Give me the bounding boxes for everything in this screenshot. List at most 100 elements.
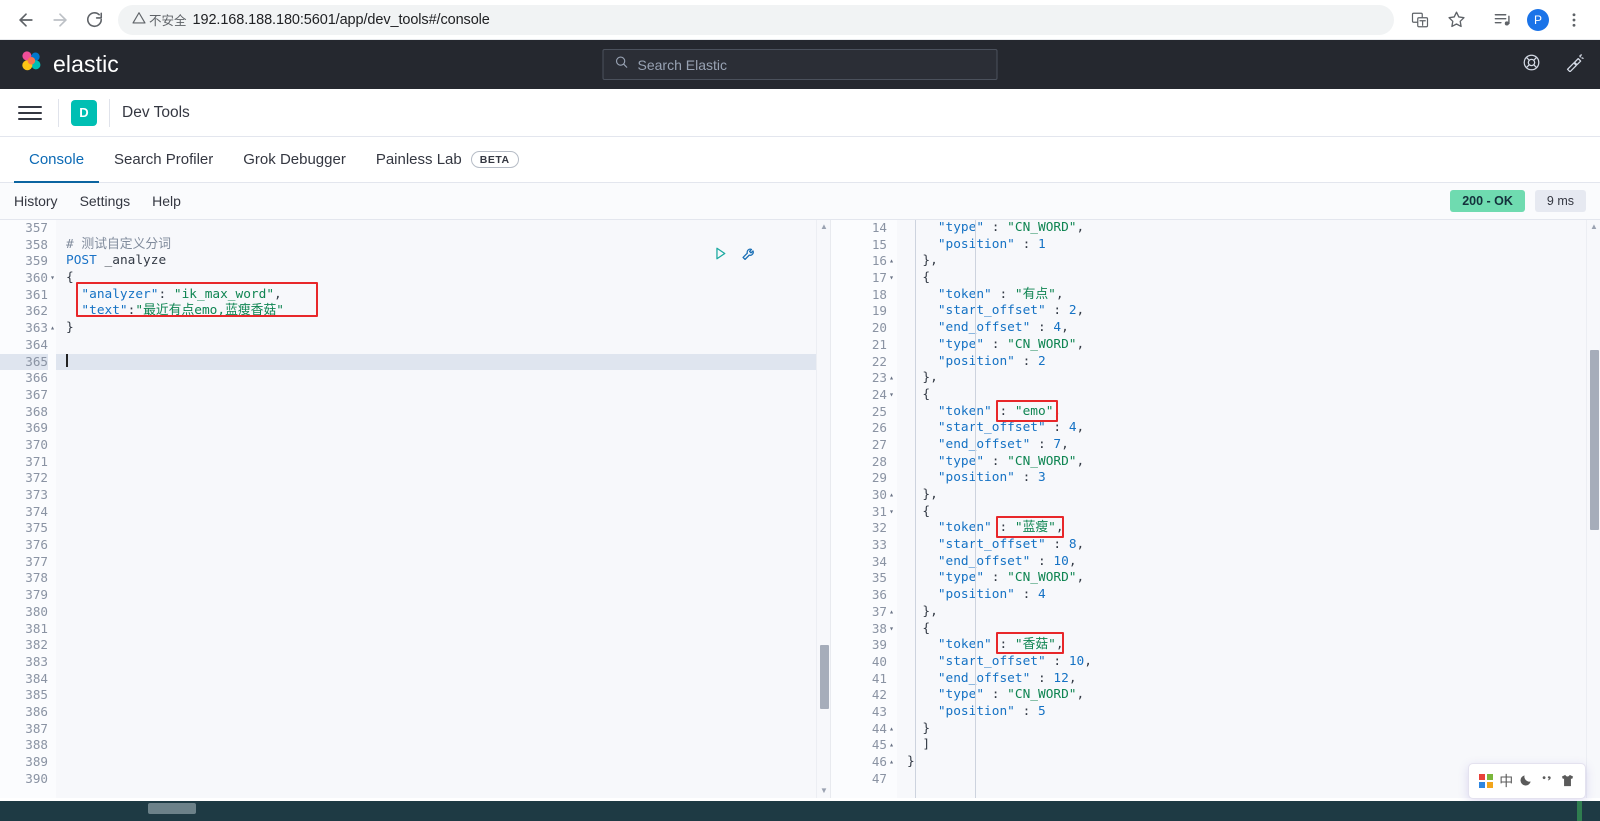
code-line[interactable]: "type" : "CN_WORD",	[907, 687, 1600, 704]
code-line[interactable]: {	[907, 270, 1600, 287]
code-line[interactable]: {	[907, 504, 1600, 521]
code-line[interactable]	[66, 554, 830, 571]
code-line[interactable]	[66, 671, 830, 688]
tab-grok-debugger[interactable]: Grok Debugger	[228, 137, 361, 183]
code-line[interactable]	[66, 337, 830, 354]
history-button[interactable]: History	[14, 193, 58, 209]
code-line[interactable]: "token" : "香菇",	[907, 637, 1600, 654]
code-line[interactable]: "end_offset" : 7,	[907, 437, 1600, 454]
code-line[interactable]: },	[907, 487, 1600, 504]
lifering-help-icon[interactable]	[1522, 53, 1541, 77]
translate-button[interactable]	[1404, 4, 1436, 36]
code-line[interactable]: "position" : 5	[907, 704, 1600, 721]
request-scrollbar[interactable]: ▲ ▼	[816, 220, 830, 798]
code-line[interactable]	[66, 570, 830, 587]
code-line[interactable]	[66, 704, 830, 721]
fold-close-icon[interactable]: ▴	[46, 320, 55, 337]
code-line[interactable]	[66, 454, 830, 471]
code-line[interactable]	[56, 353, 830, 371]
back-button[interactable]	[10, 4, 42, 36]
code-line[interactable]	[66, 520, 830, 537]
code-line[interactable]: "end_offset" : 10,	[907, 554, 1600, 571]
skin-shirt-icon[interactable]	[1560, 773, 1575, 790]
ime-mode-toggle[interactable]: 中	[1499, 774, 1513, 788]
code-line[interactable]: "token" : "有点",	[907, 287, 1600, 304]
code-line[interactable]: "end_offset" : 4,	[907, 320, 1600, 337]
punctuation-icon[interactable]	[1540, 773, 1554, 789]
code-line[interactable]: },	[907, 604, 1600, 621]
security-status[interactable]: 不安全	[132, 10, 187, 29]
code-line[interactable]: {	[66, 270, 830, 287]
code-line[interactable]	[66, 437, 830, 454]
response-editor[interactable]: 14 15 16 ▴ 17 ▾ 18 19 20 21 22 23 ▴ 24 ▾ 25 26 27 28 29 30 ▴ 3…	[831, 220, 1600, 798]
help-button[interactable]: Help	[152, 193, 181, 209]
code-line[interactable]: "type" : "CN_WORD",	[907, 454, 1600, 471]
media-control-button[interactable]	[1486, 4, 1518, 36]
elastic-logo-link[interactable]: elastic	[0, 49, 119, 80]
code-line[interactable]	[66, 504, 830, 521]
fold-close-icon[interactable]: ▴	[885, 253, 894, 270]
code-line[interactable]: }	[66, 320, 830, 337]
fold-close-icon[interactable]: ▴	[885, 754, 894, 771]
code-line[interactable]: "position" : 1	[907, 237, 1600, 254]
code-line[interactable]: "start_offset" : 10,	[907, 654, 1600, 671]
scroll-up-arrow[interactable]: ▲	[1590, 223, 1598, 231]
code-line[interactable]	[66, 587, 830, 604]
code-line[interactable]: "type" : "CN_WORD",	[907, 220, 1600, 237]
code-line[interactable]: "token" : "蓝瘦",	[907, 520, 1600, 537]
code-line[interactable]	[66, 387, 830, 404]
play-request-icon[interactable]	[712, 245, 729, 267]
code-line[interactable]: "text":"最近有点emo,蓝瘦香菇"	[66, 303, 830, 320]
ime-toolbar[interactable]: 中	[1468, 763, 1586, 799]
code-line[interactable]	[66, 420, 830, 437]
megaphone-news-icon[interactable]	[1565, 53, 1584, 77]
wrench-docs-icon[interactable]	[741, 245, 758, 267]
fold-open-icon[interactable]: ▾	[885, 621, 894, 638]
code-line[interactable]: {	[907, 387, 1600, 404]
fold-close-icon[interactable]: ▴	[885, 604, 894, 621]
response-scrollbar[interactable]: ▲	[1586, 220, 1600, 798]
code-line[interactable]	[66, 771, 830, 788]
code-line[interactable]	[66, 470, 830, 487]
code-line[interactable]: "position" : 2	[907, 354, 1600, 371]
fold-open-icon[interactable]: ▾	[46, 270, 55, 287]
settings-button[interactable]: Settings	[80, 193, 131, 209]
code-line[interactable]	[66, 220, 830, 237]
scroll-thumb[interactable]	[1590, 350, 1599, 530]
profile-button[interactable]: P	[1522, 4, 1554, 36]
code-line[interactable]	[66, 404, 830, 421]
hamburger-menu-icon[interactable]	[14, 99, 46, 127]
code-line[interactable]	[66, 487, 830, 504]
code-line[interactable]: "start_offset" : 8,	[907, 537, 1600, 554]
bookmark-button[interactable]	[1440, 4, 1472, 36]
fold-close-icon[interactable]: ▴	[885, 370, 894, 387]
browser-menu-button[interactable]	[1558, 4, 1590, 36]
code-line[interactable]	[66, 654, 830, 671]
search-input[interactable]: Search Elastic	[638, 57, 727, 73]
scroll-up-arrow[interactable]: ▲	[820, 223, 828, 231]
code-line[interactable]	[66, 370, 830, 387]
scroll-thumb[interactable]	[820, 645, 829, 709]
request-code[interactable]: # 测试自定义分词 POST _analyze { "analyzer": "ik_…	[56, 220, 830, 798]
code-line[interactable]: "type" : "CN_WORD",	[907, 337, 1600, 354]
code-line[interactable]: "analyzer": "ik_max_word",	[66, 287, 830, 304]
fold-close-icon[interactable]: ▴	[885, 487, 894, 504]
reload-button[interactable]	[78, 4, 110, 36]
fold-open-icon[interactable]: ▾	[885, 387, 894, 404]
global-search[interactable]: Search Elastic	[602, 49, 998, 80]
code-line[interactable]: "position" : 3	[907, 470, 1600, 487]
moon-icon[interactable]	[1519, 773, 1533, 789]
tab-search-profiler[interactable]: Search Profiler	[99, 137, 228, 183]
ime-logo-icon[interactable]	[1479, 774, 1494, 788]
code-line[interactable]	[66, 537, 830, 554]
address-bar[interactable]: 不安全 192.168.188.180:5601/app/dev_tools#/…	[118, 4, 1394, 35]
code-line[interactable]: "start_offset" : 2,	[907, 303, 1600, 320]
code-line[interactable]: "token" : "emo",	[907, 404, 1600, 421]
forward-button[interactable]	[44, 4, 76, 36]
code-line[interactable]: "start_offset" : 4,	[907, 420, 1600, 437]
scroll-down-arrow[interactable]: ▼	[820, 787, 828, 795]
bottom-scrollbar[interactable]	[0, 801, 1600, 821]
code-line[interactable]	[66, 754, 830, 771]
code-line[interactable]	[66, 737, 830, 754]
code-line[interactable]	[66, 621, 830, 638]
